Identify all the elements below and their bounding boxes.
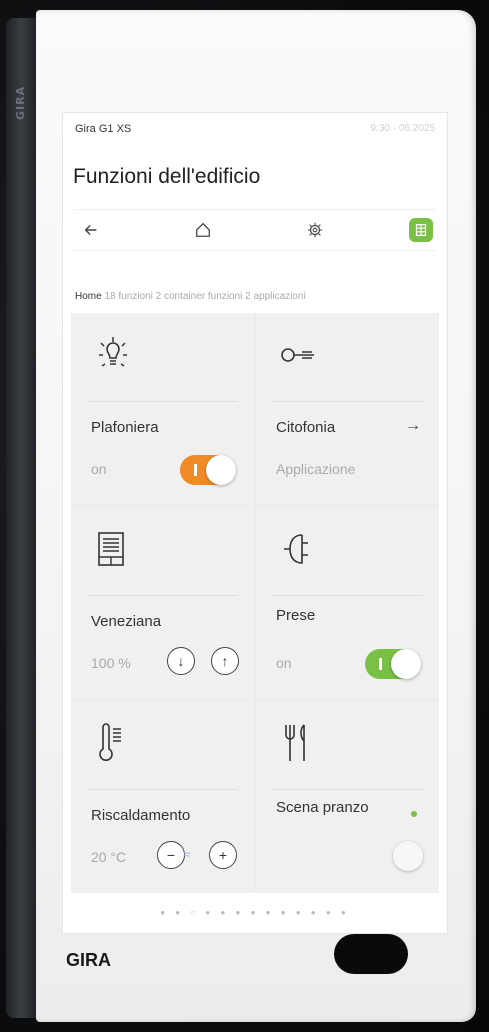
page-title: Funzioni dell'edificio [73,165,261,188]
key-icon [278,333,318,377]
plug-icon [278,527,318,571]
arrow-right-icon[interactable]: → [405,417,421,435]
settings-button[interactable] [303,218,327,242]
proximity-sensor [334,934,408,974]
functions-button[interactable] [409,218,433,242]
tile-divider [272,401,423,402]
blind-down-button[interactable]: ↓ [167,647,195,675]
gear-icon [307,222,323,238]
tile-scena-pranzo[interactable]: Scena pranzo [256,701,439,893]
toggle-knob [206,455,236,485]
toggle-bar [379,658,382,670]
touch-screen: Gira G1 XS 9:30 · 06.2025 Funzioni dell'… [62,112,448,934]
tile-prese[interactable]: Prese on [256,507,439,699]
socket-toggle[interactable] [365,649,421,679]
grid-icon [415,223,427,237]
breadcrumb: Home 18 funzioni 2 container funzioni 2 … [75,291,306,302]
scene-activate-button[interactable] [393,841,423,871]
tile-divider [87,401,238,402]
toggle-knob [391,649,421,679]
tile-riscaldamento[interactable]: Riscaldamento 20 °C − ≈ + [71,701,254,893]
device-side-edge [6,18,40,1018]
tile-title: Citofonia [276,419,336,436]
tile-state: on [91,461,107,477]
tile-subtitle: Applicazione [276,461,356,477]
light-toggle[interactable] [180,455,236,485]
status-dot [411,811,417,817]
blind-up-button[interactable]: ↑ [211,647,239,675]
toggle-bar [194,464,197,476]
page-indicator[interactable]: ● ● ○ ● ● ● ● ● ● ● ● ● ● [63,908,447,917]
back-button[interactable] [79,218,103,242]
tile-state: on [276,655,292,671]
clock: 9:30 · 06.2025 [370,123,436,134]
tile-divider [87,789,238,790]
breadcrumb-home[interactable]: Home [75,291,102,302]
tile-divider [272,789,423,790]
function-grid: Plafoniera on Citofonia → Applicazione V… [71,313,439,893]
tile-value: 20 °C [91,849,127,865]
cutlery-icon [278,721,318,765]
tile-divider [87,595,238,596]
blind-icon [93,527,133,571]
home-icon [196,222,210,237]
tile-title: Plafoniera [91,419,159,436]
status-bar: Gira G1 XS 9:30 · 06.2025 [75,123,435,139]
light-bulb-icon [93,333,133,377]
device-name: Gira G1 XS [75,123,132,135]
tile-divider [272,595,423,596]
tile-title: Scena pranzo [276,799,369,816]
brand-logo: GIRA [66,950,111,970]
tile-veneziana[interactable]: Veneziana 100 % ↓ ↑ [71,507,254,699]
heating-icon: ≈ [183,846,191,862]
thermometer-icon [93,721,133,765]
tile-value: 100 % [91,655,131,671]
tile-title: Veneziana [91,613,162,630]
home-button[interactable] [191,218,215,242]
tile-title: Prese [276,607,316,624]
side-logo: GIRA [14,85,27,120]
tile-plafoniera[interactable]: Plafoniera on [71,313,254,505]
temperature-plus-button[interactable]: + [209,841,237,869]
breadcrumb-summary: 18 funzioni 2 container funzioni 2 appli… [104,291,306,302]
tile-title: Riscaldamento [91,807,191,824]
arrow-left-icon [84,224,97,236]
nav-bar [73,209,435,251]
tile-citofonia[interactable]: Citofonia → Applicazione [256,313,439,505]
temperature-minus-button[interactable]: − [157,841,185,869]
